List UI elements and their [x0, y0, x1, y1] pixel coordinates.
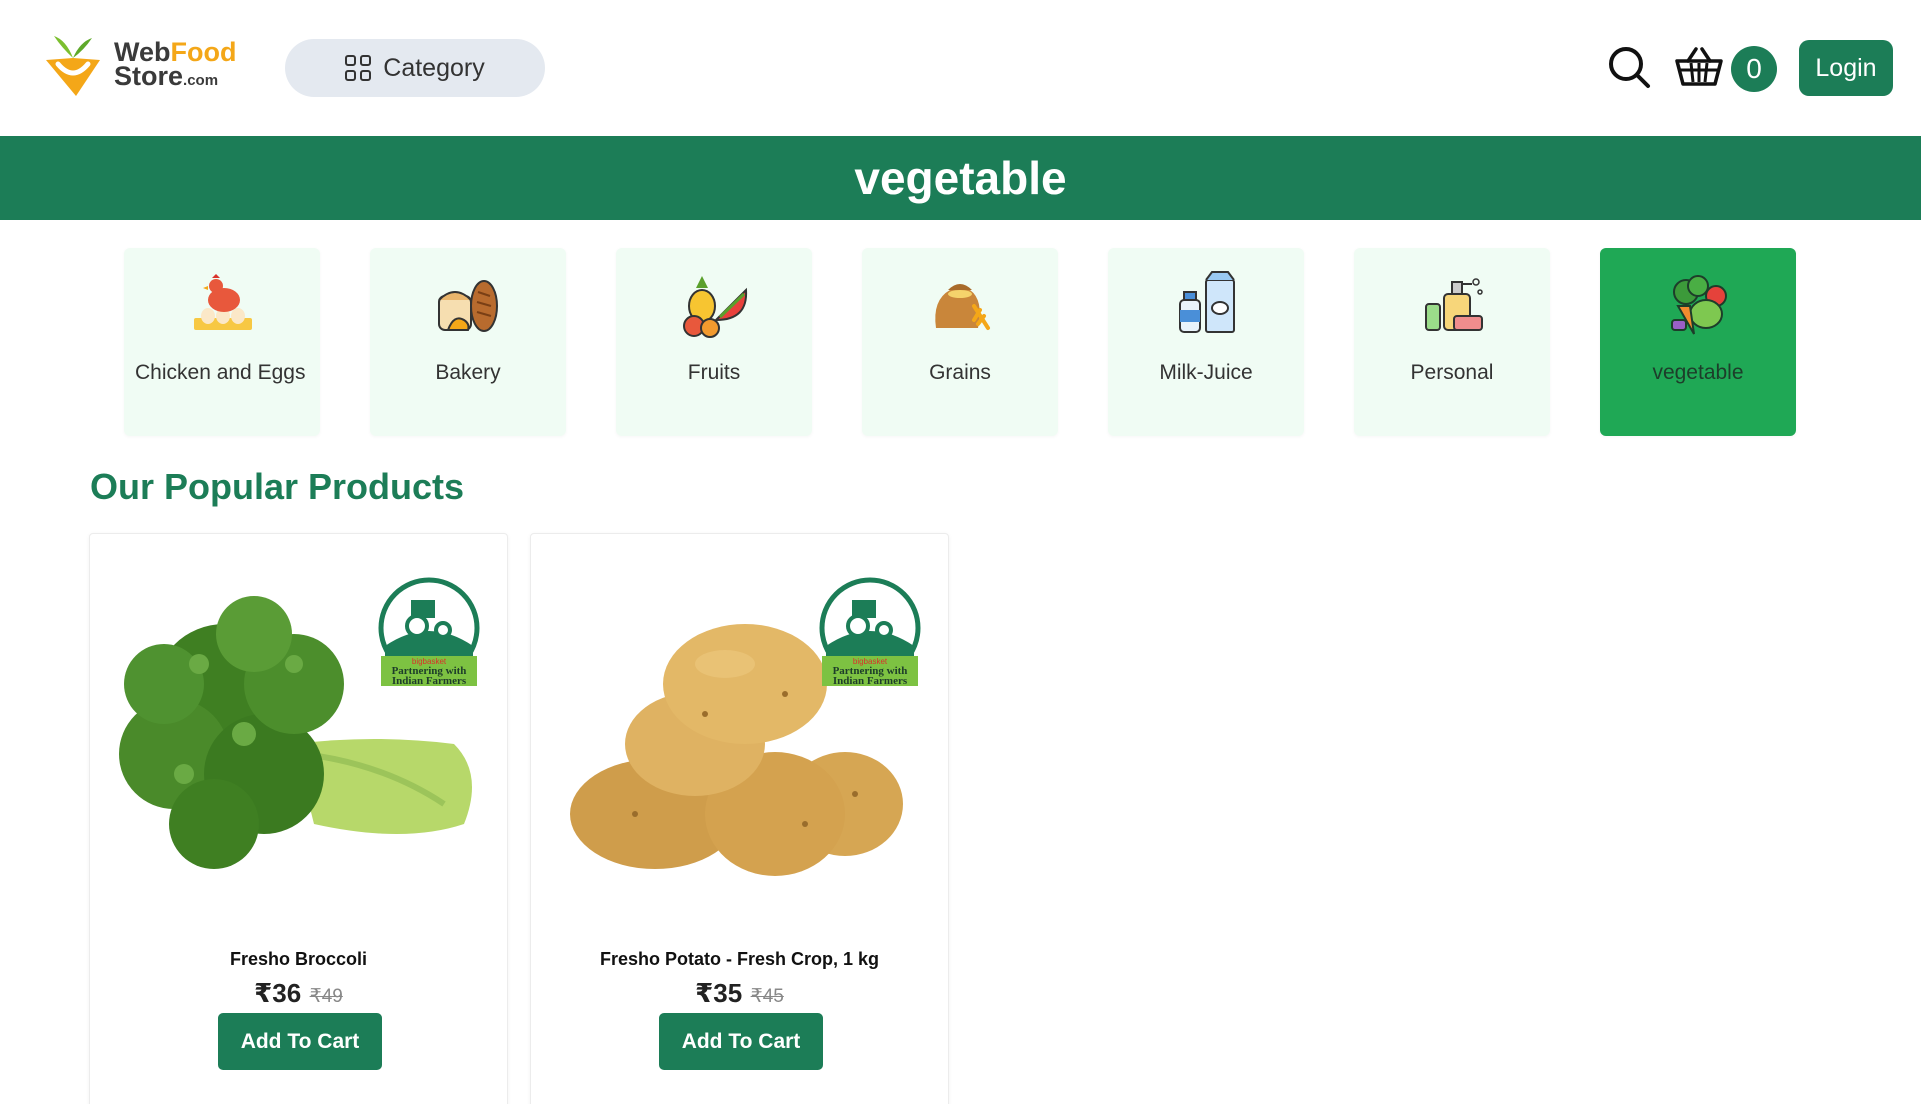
- category-card-grains[interactable]: Grains: [862, 248, 1058, 436]
- logo-icon: [46, 36, 100, 96]
- cart-count-badge[interactable]: 0: [1731, 46, 1777, 92]
- webfoodstore-logo[interactable]: WebFood Store.com: [38, 30, 237, 102]
- product-price: ₹36: [254, 978, 302, 1008]
- badge-line-2: Indian Farmers: [833, 675, 908, 687]
- section-title: Our Popular Products: [90, 466, 465, 507]
- category-label: Bakery: [435, 361, 501, 384]
- category-label: Personal: [1410, 361, 1494, 384]
- add-to-cart-button[interactable]: Add To Cart: [659, 1013, 823, 1070]
- product-price: ₹35: [695, 978, 743, 1008]
- category-button[interactable]: Category: [285, 39, 545, 97]
- price-row: ₹35 ₹45: [531, 978, 948, 1009]
- category-card-fruits[interactable]: Fruits: [616, 248, 812, 436]
- page-title-banner: vegetable: [0, 136, 1921, 220]
- product-card[interactable]: bigbasket Partnering with Indian Farmers…: [89, 533, 508, 1104]
- logo-text: WebFood Store.com: [114, 36, 237, 91]
- category-label: vegetable: [1652, 361, 1744, 384]
- fruits-icon: [683, 276, 748, 338]
- category-label: Milk-Juice: [1159, 361, 1253, 384]
- header: WebFood Store.com Category 0 Login: [0, 0, 1921, 136]
- login-button[interactable]: Login: [1799, 40, 1893, 96]
- category-card-milk-juice[interactable]: Milk-Juice: [1108, 248, 1304, 436]
- badge-line-2: Indian Farmers: [392, 675, 467, 687]
- vegetable-icon: [1671, 275, 1727, 335]
- product-mrp: ₹45: [750, 986, 784, 1007]
- page-title: vegetable: [854, 152, 1067, 204]
- price-row: ₹36 ₹49: [90, 978, 507, 1009]
- search-icon[interactable]: [1606, 44, 1652, 90]
- farmers-badge-icon: bigbasket Partnering with Indian Farmers: [819, 577, 921, 687]
- category-card-vegetable[interactable]: vegetable: [1600, 248, 1796, 436]
- farmers-badge-icon: bigbasket Partnering with Indian Farmers: [378, 577, 480, 687]
- grains-icon: [935, 284, 990, 330]
- grid-icon: [345, 55, 372, 81]
- product-name[interactable]: Fresho Potato - Fresh Crop, 1 kg: [531, 949, 948, 970]
- category-label: Category: [383, 53, 485, 82]
- product-mrp: ₹49: [309, 986, 343, 1007]
- category-label: Grains: [929, 361, 991, 384]
- category-label: Fruits: [687, 361, 741, 384]
- product-name[interactable]: Fresho Broccoli: [90, 949, 507, 970]
- category-card-bakery[interactable]: Bakery: [370, 248, 566, 436]
- chicken-eggs-icon: [194, 274, 252, 330]
- category-card-personal[interactable]: Personal: [1354, 248, 1550, 436]
- milk-juice-icon: [1179, 271, 1235, 333]
- personal-care-icon: [1425, 278, 1483, 331]
- basket-icon[interactable]: [1674, 44, 1724, 90]
- product-grid: bigbasket Partnering with Indian Farmers…: [89, 533, 949, 1104]
- category-label: Chicken and Eggs: [135, 361, 306, 384]
- add-to-cart-button[interactable]: Add To Cart: [218, 1013, 382, 1070]
- category-list: Chicken and Eggs Bakery Fruits Grains Mi…: [124, 248, 1796, 436]
- category-card-chicken-eggs[interactable]: Chicken and Eggs: [124, 248, 320, 436]
- bread-icon: [438, 280, 498, 332]
- product-card[interactable]: bigbasket Partnering with Indian Farmers…: [530, 533, 949, 1104]
